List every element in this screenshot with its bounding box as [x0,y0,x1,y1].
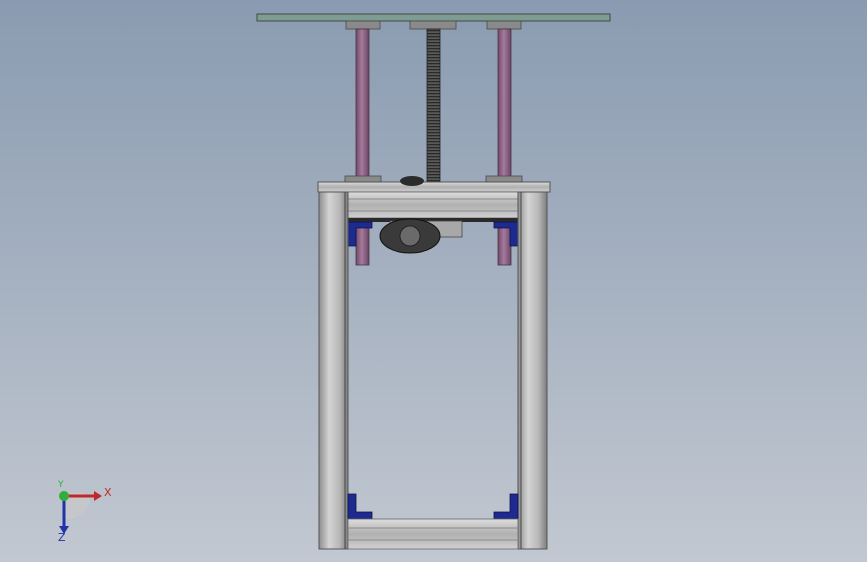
lead-screw[interactable] [426,28,441,183]
guide-rod-right[interactable] [497,28,512,266]
rod-flanges-top [345,20,522,30]
frame-post-left[interactable] [318,191,349,550]
3d-viewport[interactable]: X Y Z [0,0,867,562]
bracket-lower-left [347,493,373,520]
top-plate[interactable] [256,13,611,22]
y-axis-label: Y [58,480,64,490]
z-axis-label: Z [58,531,66,544]
upper-cross-beam[interactable] [347,191,519,222]
guide-rod-left[interactable] [355,28,370,266]
orientation-triad: X Y Z [48,480,118,546]
cad-model[interactable] [0,0,867,562]
x-axis-label: X [104,486,112,499]
bracket-lower-right [493,493,519,520]
lower-cross-beam[interactable] [347,518,519,550]
frame-post-right[interactable] [517,191,548,550]
